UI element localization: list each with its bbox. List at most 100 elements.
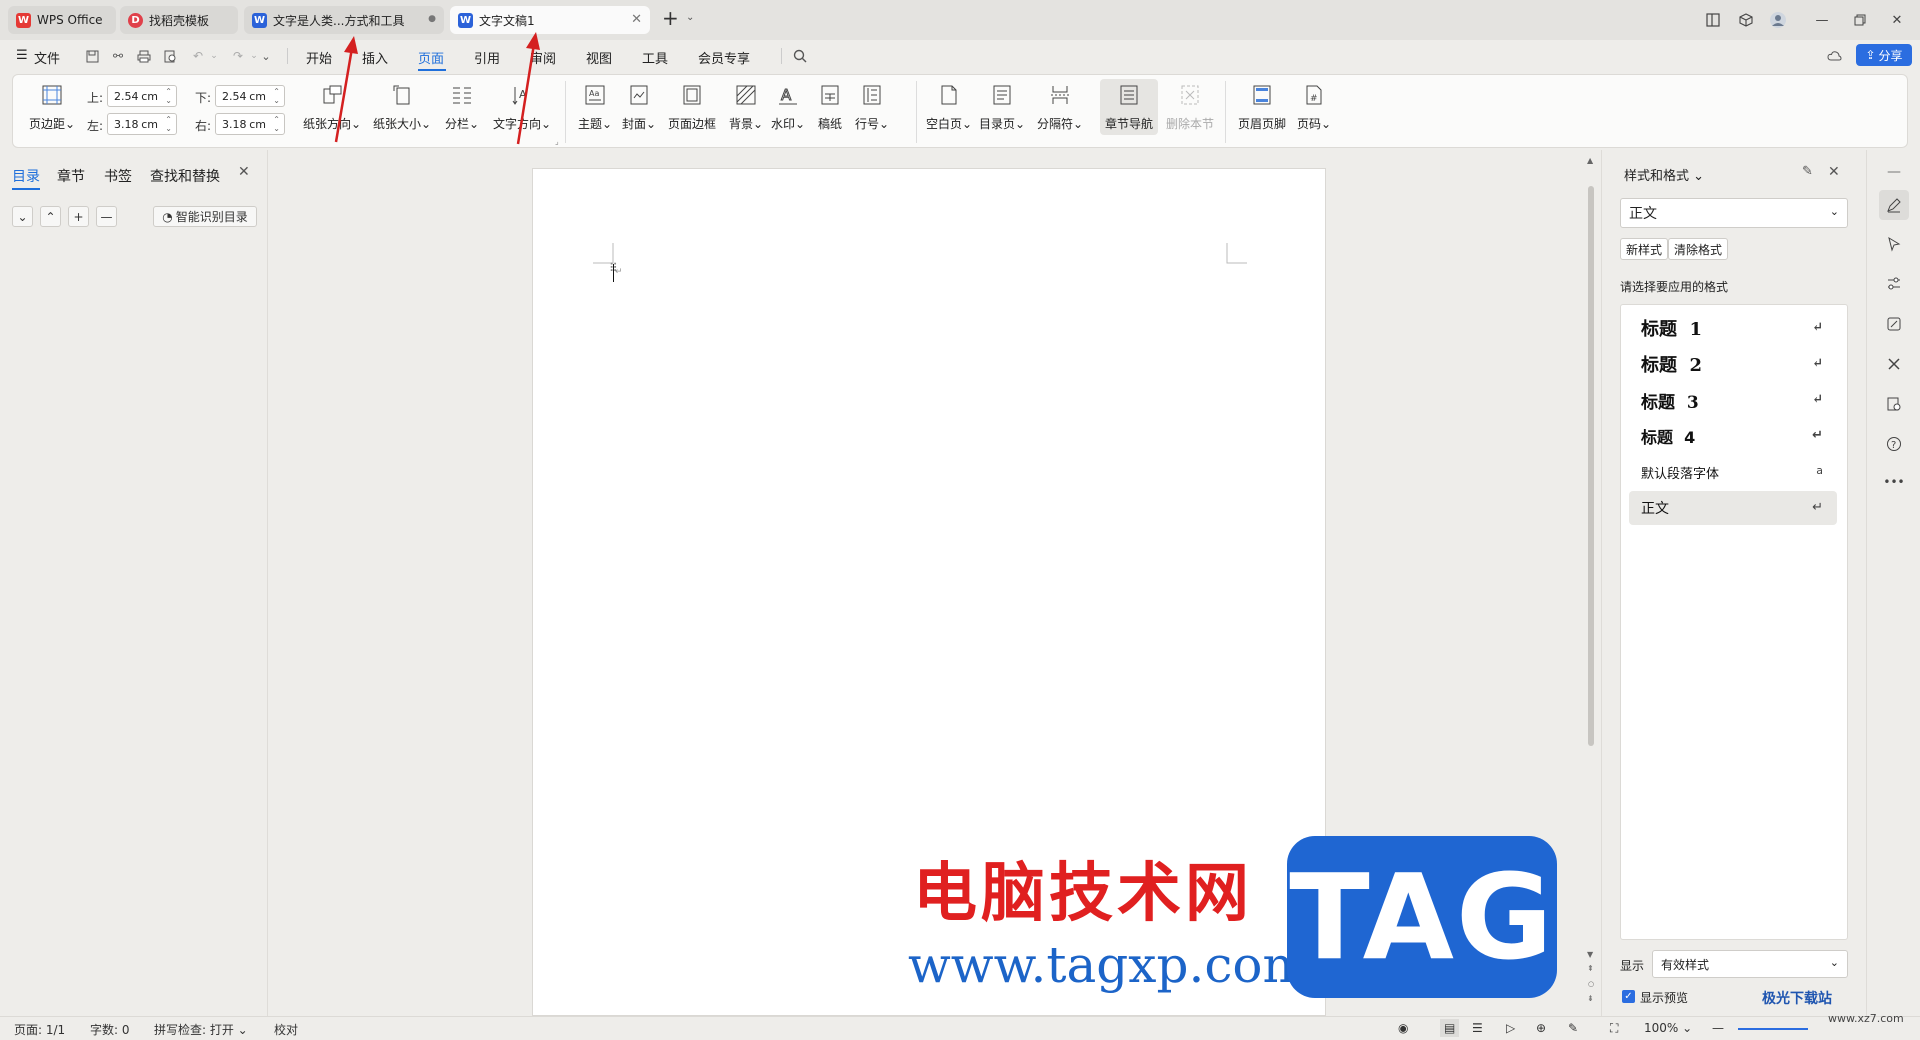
page-view-icon[interactable]: ▤ xyxy=(1440,1019,1460,1037)
delete-section-button[interactable]: 删除本节 xyxy=(1161,83,1219,132)
tab-sections[interactable]: 章节 xyxy=(57,166,85,186)
smart-toc-button[interactable]: ◔ 智能识别目录 xyxy=(153,206,257,227)
paper-size-button[interactable]: 纸张大小⌄ xyxy=(373,83,431,132)
cube-icon[interactable] xyxy=(1736,10,1756,30)
menu-references[interactable]: 引用 xyxy=(474,48,500,67)
close-tab-icon[interactable]: ✕ xyxy=(631,12,642,27)
redo-icon[interactable]: ↷ xyxy=(230,48,246,64)
clear-format-button[interactable]: 清除格式 xyxy=(1668,238,1729,260)
book-search-icon[interactable] xyxy=(1882,392,1906,416)
file-menu[interactable]: 文件 xyxy=(34,48,60,67)
style-heading-4[interactable]: 标题 4 ↵ xyxy=(1629,419,1837,453)
expand-down-button[interactable]: ⌄ xyxy=(12,206,33,227)
right-margin-field[interactable]: 3.18 cm ⌃ ⌄ xyxy=(215,113,285,135)
remove-level-button[interactable]: — xyxy=(96,206,117,227)
tab-find-replace[interactable]: 查找和替换 xyxy=(150,166,220,186)
dialog-launcher-icon[interactable]: ⌟ xyxy=(555,137,559,146)
zoom-out-icon[interactable]: — xyxy=(1712,1021,1724,1035)
style-default-paragraph-font[interactable]: 默认段落字体 a xyxy=(1629,455,1837,489)
pen-icon[interactable]: ✎ xyxy=(1568,1021,1578,1035)
more-icon[interactable]: ••• xyxy=(1882,470,1906,494)
search-icon[interactable] xyxy=(792,48,808,64)
style-heading-2[interactable]: 标题 2 ↵ xyxy=(1629,347,1837,381)
menu-insert[interactable]: 插入 xyxy=(362,48,388,67)
share-button[interactable]: ⇪ 分享 xyxy=(1856,44,1912,66)
style-pen-icon[interactable] xyxy=(1879,190,1909,220)
bottom-margin-field[interactable]: 2.54 cm ⌃ ⌄ xyxy=(215,85,285,107)
play-icon[interactable]: ▷ xyxy=(1506,1021,1515,1035)
fit-page-icon[interactable]: ⛶ xyxy=(1610,1021,1618,1036)
hamburger-menu-icon[interactable]: ☰ xyxy=(16,48,28,63)
tab-document-other[interactable]: W 文字是人类...方式和工具 ● xyxy=(244,6,444,34)
avatar[interactable] xyxy=(1768,10,1788,30)
paragraph-handle-icon[interactable]: ⠿ xyxy=(609,262,618,274)
pin-icon[interactable]: ✎ xyxy=(1802,164,1813,179)
style-heading-3[interactable]: 标题 3 ↵ xyxy=(1629,383,1837,417)
scroll-thumb[interactable] xyxy=(1588,186,1594,746)
image-edit-icon[interactable] xyxy=(1882,312,1906,336)
chevron-down-icon[interactable]: ⌄ xyxy=(686,12,694,23)
spinner-icon[interactable]: ⌃ ⌄ xyxy=(273,87,280,105)
add-level-button[interactable]: + xyxy=(68,206,89,227)
link-icon[interactable]: ⚯ xyxy=(110,48,126,64)
spell-check-toggle[interactable]: 拼写检查: 打开 ⌄ xyxy=(154,1021,248,1038)
tab-toc[interactable]: 目录 xyxy=(12,166,40,186)
close-icon[interactable]: ✕ xyxy=(238,164,250,180)
blank-page-button[interactable]: 空白页⌄ xyxy=(920,83,978,132)
customize-toolbar-icon[interactable]: ⌄ xyxy=(258,48,274,64)
print-icon[interactable] xyxy=(136,48,152,64)
close-window-icon[interactable]: ✕ xyxy=(1887,10,1907,30)
styles-panel-title[interactable]: 样式和格式 ⌄ xyxy=(1624,165,1704,184)
save-icon[interactable] xyxy=(84,48,100,64)
cover-button[interactable]: 封面⌄ xyxy=(610,83,668,132)
word-count[interactable]: 字数: 0 xyxy=(90,1021,130,1038)
next-page-icon[interactable]: ⇟ xyxy=(1587,994,1594,1003)
tools-icon[interactable] xyxy=(1882,352,1906,376)
close-icon[interactable]: ✕ xyxy=(1828,164,1840,180)
page-number-button[interactable]: # 页码⌄ xyxy=(1285,83,1343,132)
spinner-icon[interactable]: ⌃ ⌄ xyxy=(273,115,280,133)
new-style-button[interactable]: 新样式 xyxy=(1620,238,1669,260)
sliders-icon[interactable] xyxy=(1882,272,1906,296)
restore-icon[interactable] xyxy=(1850,10,1870,30)
tab-wps-office[interactable]: W WPS Office xyxy=(8,6,116,34)
undo-icon[interactable]: ↶ xyxy=(190,48,206,64)
eye-icon[interactable]: ◉ xyxy=(1398,1021,1408,1035)
proofread-button[interactable]: 校对 xyxy=(274,1021,298,1038)
style-heading-1[interactable]: 标题 1 ↵ xyxy=(1629,311,1837,345)
cloud-icon[interactable] xyxy=(1826,48,1842,64)
prev-page-icon[interactable]: ⇞ xyxy=(1587,964,1594,973)
spinner-icon[interactable]: ⌃ ⌄ xyxy=(165,87,172,105)
header-footer-button[interactable]: 页眉页脚 xyxy=(1233,83,1291,132)
page-border-button[interactable]: 页面边框 xyxy=(663,83,721,132)
current-style-select[interactable]: 正文 ⌄ xyxy=(1620,198,1848,228)
scroll-down-icon[interactable]: ▼ xyxy=(1587,950,1593,959)
print-preview-icon[interactable] xyxy=(162,48,178,64)
collapse-icon[interactable]: — xyxy=(1882,160,1906,184)
menu-page[interactable]: 页面 xyxy=(418,48,444,67)
toc-page-button[interactable]: 目录页⌄ xyxy=(973,83,1031,132)
minimize-icon[interactable]: — xyxy=(1812,10,1832,30)
menu-start[interactable]: 开始 xyxy=(306,48,332,67)
top-margin-field[interactable]: 2.54 cm ⌃ ⌄ xyxy=(107,85,177,107)
line-numbers-button[interactable]: 行号⌄ xyxy=(843,83,901,132)
new-tab-button[interactable]: + xyxy=(662,6,679,30)
separator-button[interactable]: 分隔符⌄ xyxy=(1031,83,1089,132)
select-cursor-icon[interactable] xyxy=(1882,232,1906,256)
menu-member[interactable]: 会员专享 xyxy=(698,48,750,67)
zoom-level[interactable]: 100% ⌄ xyxy=(1644,1021,1692,1035)
web-view-icon[interactable]: ⊕ xyxy=(1536,1021,1546,1035)
spinner-icon[interactable]: ⌃ ⌄ xyxy=(165,115,172,133)
page-count[interactable]: 页面: 1/1 xyxy=(14,1021,65,1038)
tab-document-active[interactable]: W 文字文稿1 ✕ xyxy=(450,6,650,34)
layout-icon[interactable] xyxy=(1703,10,1723,30)
chevron-down-icon[interactable]: ⌄ xyxy=(206,48,222,64)
left-margin-field[interactable]: 3.18 cm ⌃ ⌄ xyxy=(107,113,177,135)
tab-docer-templates[interactable]: D 找稻壳模板 xyxy=(120,6,238,34)
vertical-scrollbar[interactable]: ▲ ▼ ⇞ ○ ⇟ xyxy=(1583,150,1599,1016)
scroll-up-icon[interactable]: ▲ xyxy=(1587,156,1593,165)
help-icon[interactable]: ? xyxy=(1882,432,1906,456)
outline-view-icon[interactable]: ☰ xyxy=(1472,1021,1483,1035)
menu-view[interactable]: 视图 xyxy=(586,48,612,67)
section-nav-button[interactable]: 章节导航 xyxy=(1100,79,1158,135)
